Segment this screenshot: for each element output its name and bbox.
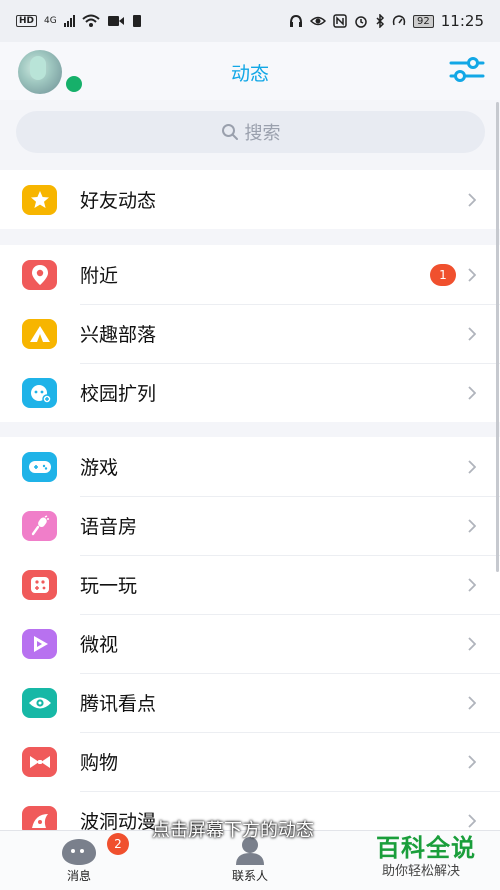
nfc-icon	[333, 14, 347, 28]
feed-group-social: 附近 1 兴趣部落 校园扩列	[0, 245, 500, 422]
feed-group-friends: 好友动态	[0, 170, 500, 229]
menu-item-tencent-kandian[interactable]: 腾讯看点	[0, 673, 500, 732]
chevron-right-icon	[468, 695, 476, 710]
menu-item-weishi[interactable]: 微视	[0, 614, 500, 673]
unread-badge: 2	[107, 833, 129, 855]
filter-settings-icon[interactable]	[449, 57, 485, 83]
location-pin-icon	[22, 259, 57, 290]
tab-label: 消息	[66, 869, 91, 883]
menu-item-nearby[interactable]: 附近 1	[0, 245, 500, 304]
scrollbar[interactable]	[496, 102, 499, 572]
search-bar[interactable]: 搜索	[16, 111, 485, 153]
search-placeholder: 搜索	[244, 123, 281, 144]
menu-item-label: 校园扩列	[80, 383, 157, 405]
chevron-right-icon	[468, 754, 476, 769]
menu-item-label: 游戏	[80, 457, 119, 479]
wifi-icon	[82, 14, 100, 27]
watermark-title: 百科全说	[376, 834, 476, 862]
sim-icon	[132, 15, 141, 27]
bluetooth-icon	[376, 14, 385, 28]
menu-item-label: 语音房	[80, 516, 138, 538]
signal-icon	[63, 15, 75, 27]
headphones-icon	[290, 14, 303, 27]
menu-item-label: 附近	[80, 265, 119, 287]
menu-item-label: 购物	[80, 752, 119, 774]
notification-badge: 1	[430, 263, 456, 286]
eye-comfort-icon	[310, 16, 327, 26]
speed-icon	[392, 15, 406, 26]
search-icon	[221, 124, 238, 140]
tent-icon	[22, 318, 57, 349]
message-penguin-icon	[62, 839, 96, 865]
campus-face-icon	[22, 377, 57, 408]
clock: 11:25	[440, 12, 484, 30]
play-icon	[22, 628, 57, 659]
menu-item-label: 好友动态	[80, 190, 157, 212]
microphone-icon	[22, 510, 57, 541]
battery-icon: 92	[413, 14, 434, 28]
video-camera-icon	[107, 16, 124, 26]
menu-item-shopping[interactable]: 购物	[0, 732, 500, 791]
gamepad-icon	[22, 451, 57, 482]
chevron-right-icon	[468, 813, 476, 828]
menu-item-label: 兴趣部落	[80, 324, 157, 346]
top-header: 动态	[0, 42, 500, 100]
menu-item-friend-feed[interactable]: 好友动态	[0, 170, 500, 229]
chevron-right-icon	[468, 267, 476, 282]
chevron-right-icon	[468, 326, 476, 341]
chevron-right-icon	[468, 385, 476, 400]
star-icon	[22, 184, 57, 215]
chevron-right-icon	[468, 459, 476, 474]
alarm-icon	[355, 16, 367, 28]
menu-item-campus-friends[interactable]: 校园扩列	[0, 363, 500, 422]
menu-item-voice-room[interactable]: 语音房	[0, 496, 500, 555]
video-subtitle: 点击屏幕下方的动态	[152, 820, 314, 841]
status-bar: HD 4G 92 11:25	[0, 0, 500, 42]
menu-item-interest-tribe[interactable]: 兴趣部落	[0, 304, 500, 363]
tab-label: 联系人	[231, 869, 268, 883]
feed-group-entertainment: 游戏 语音房 玩一玩 微视 腾讯看点 购物 波洞动漫	[0, 437, 500, 850]
chevron-right-icon	[468, 192, 476, 207]
page-title: 动态	[230, 63, 269, 85]
chevron-right-icon	[468, 518, 476, 533]
menu-item-play[interactable]: 玩一玩	[0, 555, 500, 614]
chevron-right-icon	[468, 636, 476, 651]
network-type: 4G	[44, 16, 57, 26]
eye-icon	[22, 687, 57, 718]
watermark-subtitle: 助你轻松解决	[382, 864, 461, 879]
menu-item-games[interactable]: 游戏	[0, 437, 500, 496]
bow-icon	[22, 746, 57, 777]
tab-messages[interactable]: 2 消息	[19, 831, 139, 890]
menu-item-label: 腾讯看点	[80, 693, 157, 715]
hd-indicator: HD	[16, 15, 38, 27]
mini-game-icon	[22, 569, 57, 600]
menu-item-label: 玩一玩	[80, 575, 138, 597]
menu-item-label: 微视	[80, 634, 119, 656]
chevron-right-icon	[468, 577, 476, 592]
